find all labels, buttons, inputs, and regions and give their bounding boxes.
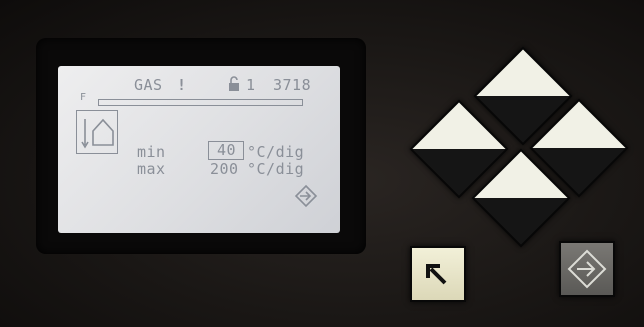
row-max-label: max: [137, 160, 166, 178]
back-arrow-icon: [426, 264, 447, 285]
unlock-icon: [228, 75, 240, 93]
counter-value: 3718: [273, 76, 312, 94]
enter-icon: [567, 249, 607, 289]
fuel-label: GAS: [134, 76, 163, 94]
enter-button[interactable]: [559, 241, 615, 297]
alert-mark: !: [177, 76, 187, 94]
enter-arrow-icon: [294, 184, 318, 208]
row-max-value: 200: [210, 160, 239, 178]
lcd-display: GAS ! 1 3718 F min 40 °C/dig max 200 °C/…: [58, 66, 340, 233]
row-min-label: min: [137, 143, 166, 161]
row-min-value: 40: [217, 141, 237, 159]
row-max-unit: °C/dig: [247, 160, 305, 178]
back-button[interactable]: [410, 246, 466, 302]
house-temperature-icon: [76, 110, 118, 154]
program-number: 1: [246, 76, 256, 94]
progress-bar: [98, 99, 303, 106]
row-min-unit: °C/dig: [247, 143, 305, 161]
bar-left-symbol: F: [80, 92, 87, 103]
